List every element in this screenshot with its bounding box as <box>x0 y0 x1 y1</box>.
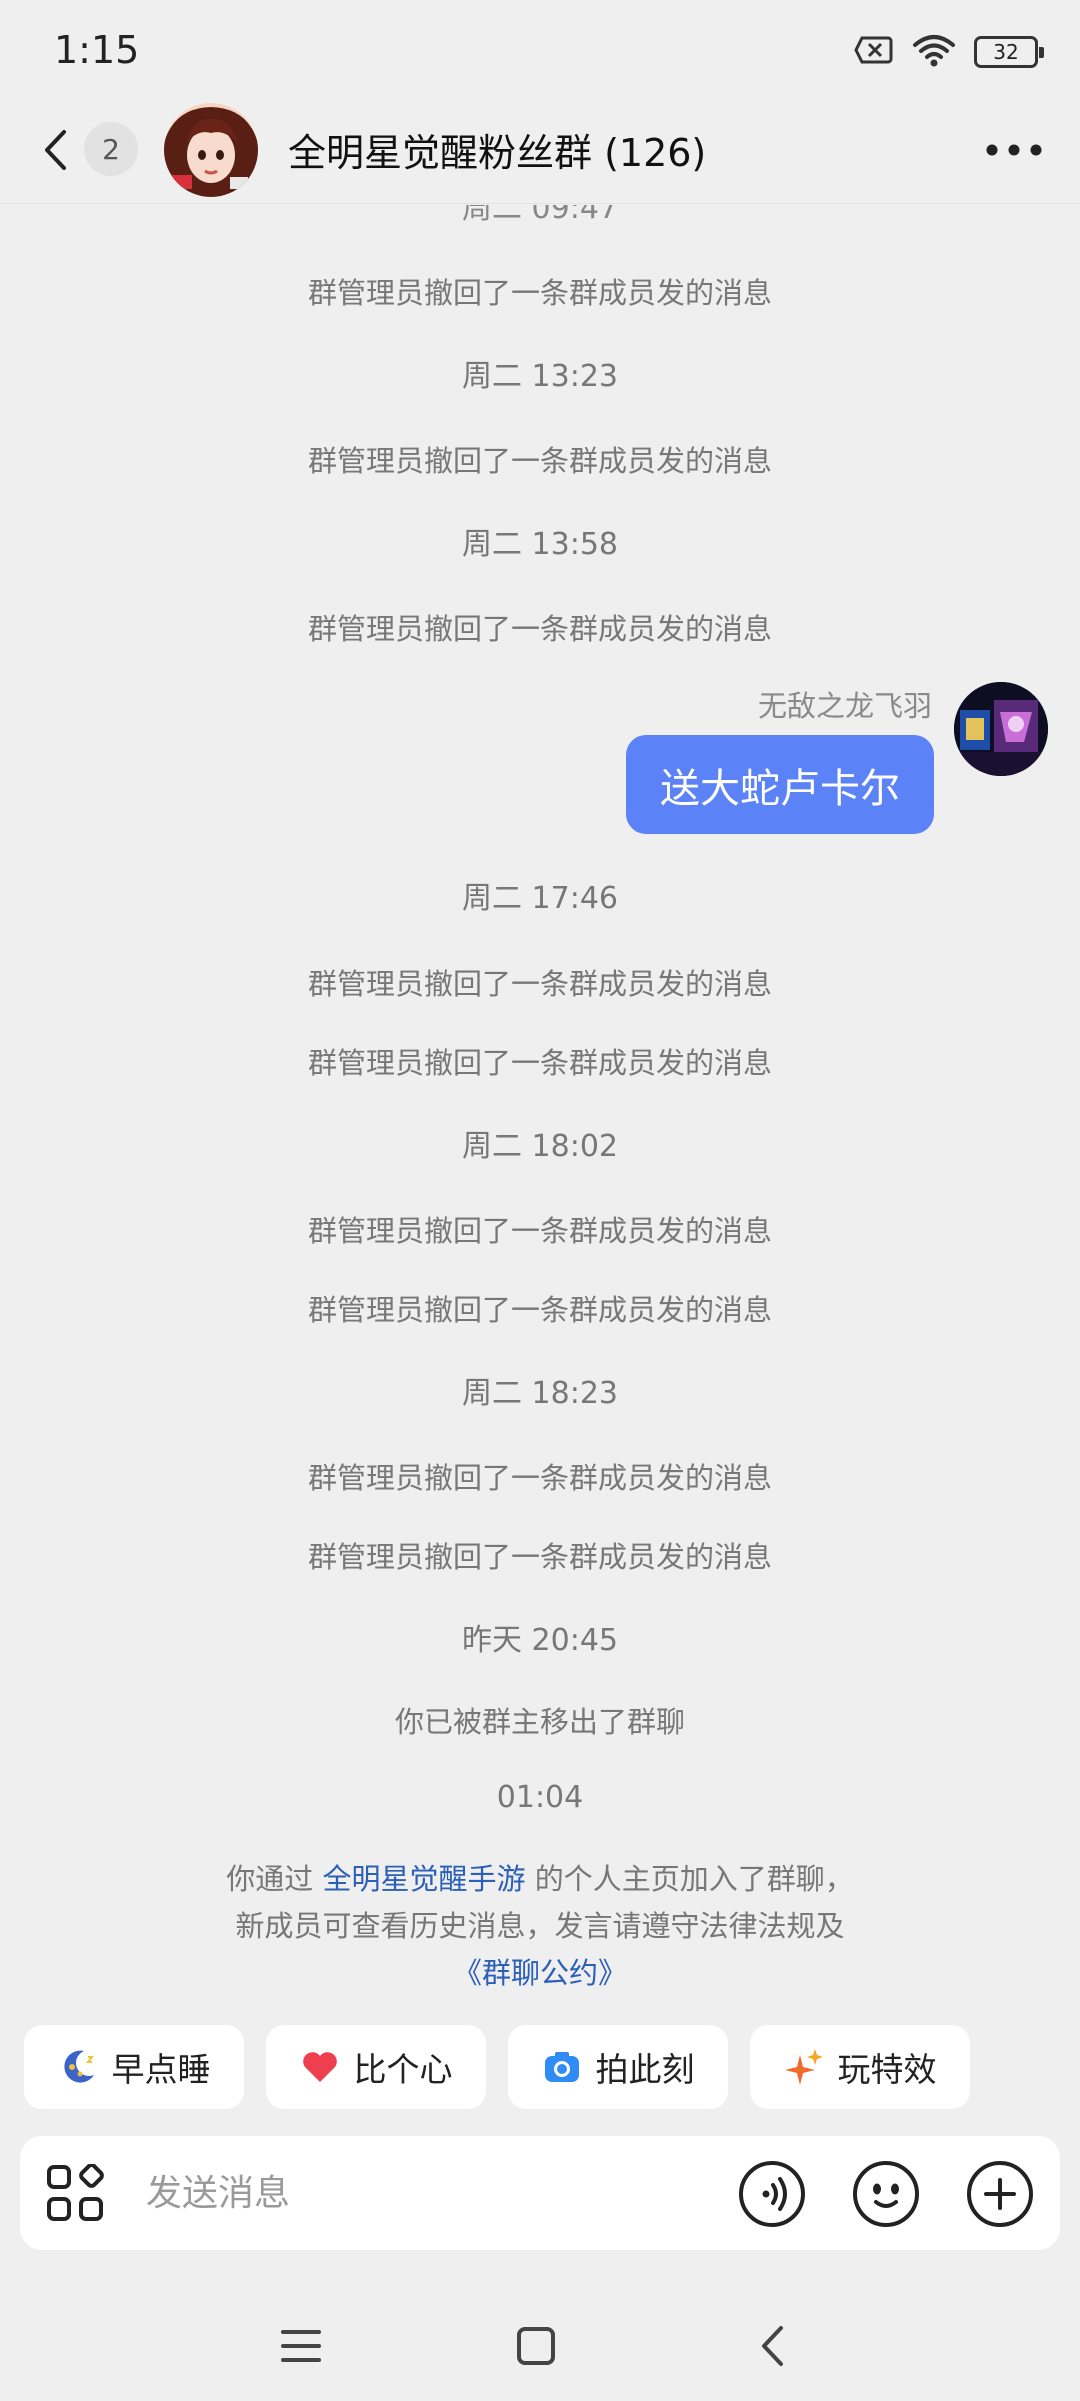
heart-icon <box>300 2047 340 2087</box>
battery-indicator: 32 <box>974 36 1044 68</box>
group-title[interactable]: 全明星觉醒粉丝群 (126) <box>288 122 706 177</box>
sender-avatar[interactable] <box>954 682 1048 776</box>
recall-notice: 群管理员撤回了一条群成员发的消息 <box>307 612 772 646</box>
recall-notice: 群管理员撤回了一条群成员发的消息 <box>307 1540 772 1574</box>
status-icons: 32 <box>854 32 1044 72</box>
chat-screen: 1:15 32 2 全明星觉醒粉丝群 (126) 周二 09:47 群管理员撤回… <box>0 0 1080 2401</box>
back-arrow-icon <box>762 2326 783 2366</box>
timestamp: 周二 17:46 <box>462 881 618 916</box>
quick-action-label: 玩特效 <box>837 2050 937 2089</box>
home-square-icon <box>517 2327 555 2365</box>
message-input[interactable] <box>146 2163 716 2223</box>
moon-sleep-icon <box>58 2047 98 2087</box>
recall-notice: 群管理员撤回了一条群成员发的消息 <box>307 1214 772 1248</box>
quick-action-heart[interactable]: 比个心 <box>266 2025 486 2109</box>
back-button[interactable] <box>42 124 82 176</box>
back-nav-button[interactable] <box>742 2316 802 2376</box>
quick-action-label: 早点睡 <box>111 2050 211 2089</box>
menu-icon <box>281 2330 321 2362</box>
plus-icon <box>967 2161 1033 2227</box>
timestamp: 01:04 <box>496 1780 584 1815</box>
message-input-bar <box>20 2136 1060 2250</box>
outgoing-message-bubble[interactable]: 送大蛇卢卡尔 <box>626 735 934 834</box>
sim-off-icon <box>854 35 894 69</box>
timestamp: 周二 18:02 <box>462 1129 618 1164</box>
join-notice-prefix: 你通过 <box>226 1862 314 1896</box>
quick-actions: 早点睡 比个心 拍此刻 玩特效 <box>24 2025 970 2109</box>
removed-notice: 你已被群主移出了群聊 <box>394 1705 685 1739</box>
wifi-icon <box>912 33 956 71</box>
home-nav-button[interactable] <box>506 2316 566 2376</box>
apps-button[interactable] <box>46 2163 106 2224</box>
source-account-link[interactable]: 全明星觉醒手游 <box>322 1862 525 1896</box>
voice-icon <box>739 2161 805 2227</box>
unread-count-badge: 2 <box>84 122 138 176</box>
recall-notice: 群管理员撤回了一条群成员发的消息 <box>307 444 772 478</box>
more-dots-icon <box>986 144 1042 156</box>
recall-notice: 群管理员撤回了一条群成员发的消息 <box>307 1461 772 1495</box>
timestamp: 周二 13:23 <box>462 359 618 394</box>
chevron-left-icon <box>45 130 66 170</box>
system-nav-bar <box>0 2290 1080 2401</box>
join-notice: 你通过 全明星觉醒手游 的个人主页加入了群聊，新成员可查看历史消息，发言请遵守法… <box>214 1856 866 1997</box>
group-avatar[interactable] <box>164 103 258 197</box>
quick-action-camera[interactable]: 拍此刻 <box>508 2025 728 2109</box>
timestamp: 昨天 20:45 <box>462 1623 618 1658</box>
quick-action-effects[interactable]: 玩特效 <box>750 2025 970 2109</box>
more-options-button[interactable] <box>984 128 1044 172</box>
recall-notice: 群管理员撤回了一条群成员发的消息 <box>307 1046 772 1080</box>
quick-action-sleep[interactable]: 早点睡 <box>24 2025 244 2109</box>
camera-icon <box>542 2047 582 2087</box>
menu-nav-button[interactable] <box>271 2316 331 2376</box>
timestamp: 周二 13:58 <box>462 527 618 562</box>
sender-name: 无敌之龙飞羽 <box>757 689 932 723</box>
chat-header: 2 全明星觉醒粉丝群 (126) <box>0 100 1080 204</box>
quick-action-label: 比个心 <box>353 2050 453 2089</box>
add-button[interactable] <box>966 2160 1034 2228</box>
voice-button[interactable] <box>738 2160 806 2228</box>
group-rules-link[interactable]: 《群聊公约》 <box>453 1956 627 1990</box>
emoji-icon <box>853 2161 919 2227</box>
status-bar: 1:15 32 <box>0 0 1080 100</box>
quick-action-label: 拍此刻 <box>595 2050 695 2089</box>
recall-notice: 群管理员撤回了一条群成员发的消息 <box>307 1293 772 1327</box>
sparkle-icon <box>784 2047 824 2087</box>
timestamp: 周二 18:23 <box>462 1376 618 1411</box>
emoji-button[interactable] <box>852 2160 920 2228</box>
apps-grid-icon <box>47 2163 104 2221</box>
recall-notice: 群管理员撤回了一条群成员发的消息 <box>307 276 772 310</box>
recall-notice: 群管理员撤回了一条群成员发的消息 <box>307 967 772 1001</box>
status-time: 1:15 <box>54 28 140 72</box>
